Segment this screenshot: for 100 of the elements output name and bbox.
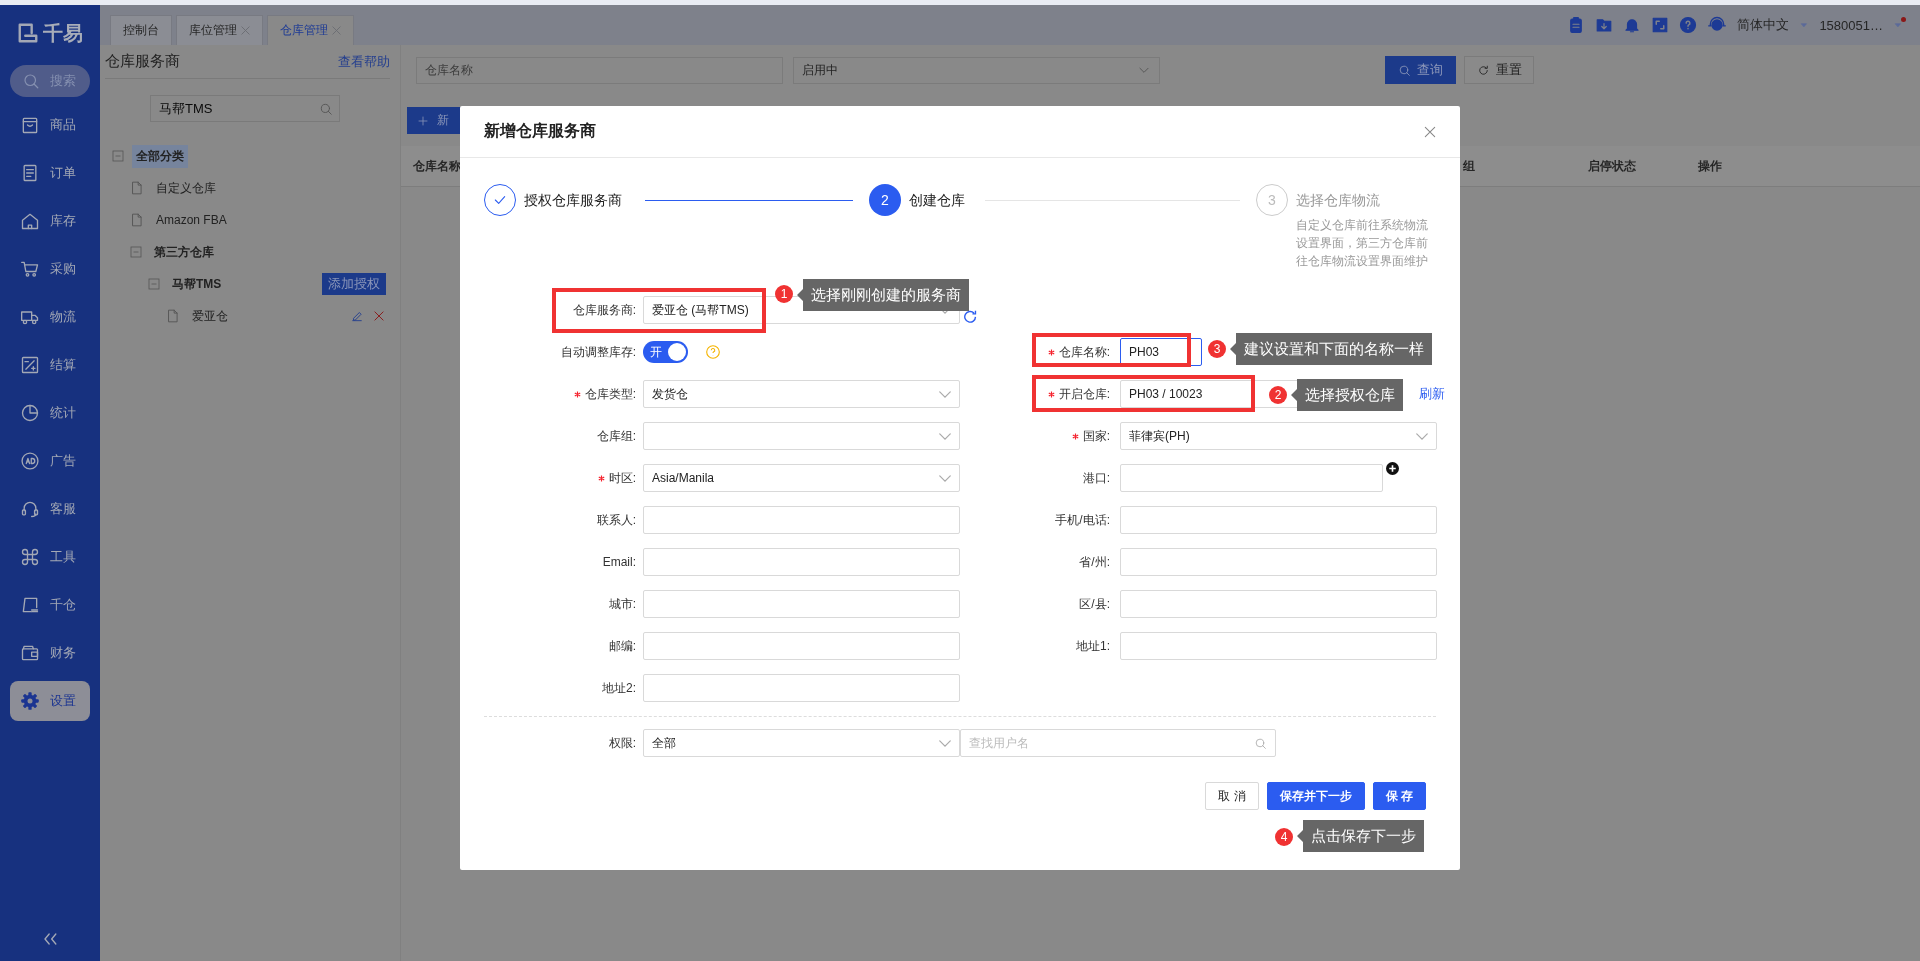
hint-tooltip: 建议设置和下面的名称一样 [1230, 333, 1432, 365]
text-field[interactable] [643, 674, 960, 702]
column-header: 启停状态 [1588, 157, 1637, 175]
status-select[interactable]: 启用中 [793, 56, 1160, 84]
reset-button[interactable]: 重置 [1464, 56, 1534, 84]
tree-item[interactable]: 马帮TMS [168, 272, 226, 296]
nav-item[interactable]: 广告 [10, 441, 90, 481]
add-authorization-button[interactable]: 添加授权 [322, 273, 386, 295]
nav-item[interactable]: 财务 [10, 633, 90, 673]
step-badge: 3 [1208, 340, 1226, 358]
select-field[interactable] [643, 422, 960, 450]
step-label: 创建仓库 [909, 191, 965, 210]
text-field[interactable] [643, 506, 960, 534]
name-filter-field[interactable]: 仓库名称 [416, 56, 783, 84]
nav-item[interactable]: 结算 [10, 345, 90, 385]
close-icon[interactable] [241, 26, 250, 35]
hint-tooltip: 选择授权仓库 [1291, 379, 1403, 411]
tab[interactable]: 控制台 [110, 15, 172, 45]
refresh-link[interactable]: 刷新 [1419, 385, 1445, 403]
field-label: Email: [602, 555, 636, 569]
close-icon[interactable] [332, 26, 341, 35]
text-field[interactable] [643, 590, 960, 618]
text-field[interactable] [1120, 464, 1383, 492]
file-icon [130, 213, 144, 227]
nav-item[interactable]: 订单 [10, 153, 90, 193]
caret-down-icon [939, 390, 951, 398]
nav-item[interactable]: 客服 [10, 489, 90, 529]
folder-icon[interactable] [1595, 16, 1614, 34]
refresh-icon [1476, 63, 1490, 77]
text-field[interactable] [1120, 506, 1437, 534]
field-label: 仓库服务商: [572, 301, 636, 319]
field-label: 权限: [608, 734, 636, 752]
tab[interactable]: 仓库管理 [267, 15, 354, 45]
tree-item[interactable]: 爱亚仓 [188, 304, 232, 328]
search-icon [1254, 736, 1267, 750]
caret-down-icon[interactable] [1893, 20, 1903, 30]
add-icon[interactable] [1386, 462, 1399, 475]
edit-icon[interactable] [350, 309, 364, 323]
nav-item[interactable]: 工具 [10, 537, 90, 577]
file-icon [166, 309, 180, 323]
field-label: 手机/电话: [1055, 511, 1110, 529]
hint-tooltip: 选择刚刚创建的服务商 [797, 279, 969, 311]
text-field[interactable] [1120, 632, 1437, 660]
toggle-switch[interactable]: 开 [643, 341, 688, 363]
text-field[interactable] [1120, 548, 1437, 576]
field-label: 自动调整库存: [560, 343, 636, 361]
step-badge: 1 [775, 285, 793, 303]
gear-icon [20, 691, 40, 711]
help-icon[interactable] [1679, 16, 1698, 34]
text-field[interactable] [643, 548, 960, 576]
nav-item[interactable]: 统计 [10, 393, 90, 433]
tree-item[interactable]: 第三方仓库 [150, 240, 218, 264]
refresh-icon[interactable] [964, 310, 977, 323]
column-header: 组 [1463, 157, 1476, 175]
caret-down-icon[interactable] [1799, 20, 1810, 30]
help-link[interactable]: 查看帮助 [338, 52, 390, 71]
help-icon[interactable] [706, 345, 720, 359]
select-field[interactable]: 发货仓 [643, 380, 960, 408]
column-header: 操作 [1698, 157, 1723, 175]
nav-item[interactable]: 商品 [10, 105, 90, 145]
nav-item[interactable]: 库存 [10, 201, 90, 241]
bag-icon [20, 115, 40, 135]
percent-icon [20, 355, 40, 375]
tree-item[interactable]: 全部分类 [132, 144, 188, 168]
delete-icon[interactable] [372, 309, 386, 323]
search-icon [22, 72, 40, 90]
field-label: 城市: [608, 595, 636, 613]
step-number: 2 [869, 184, 901, 216]
nav-item[interactable]: 物流 [10, 297, 90, 337]
field-label: 邮编: [608, 637, 636, 655]
save-button[interactable]: 保 存 [1372, 782, 1426, 810]
select-field[interactable]: 全部 [643, 729, 960, 757]
caret-down-icon [939, 474, 951, 482]
panel-title: 仓库服务商 [105, 52, 180, 71]
ad-icon [20, 451, 40, 471]
command-icon [20, 547, 40, 567]
nav-item[interactable]: 采购 [10, 249, 90, 289]
search-button[interactable]: 查询 [1385, 56, 1456, 84]
save-button[interactable]: 保存并下一步 [1266, 782, 1365, 810]
language-selector[interactable]: 简体中文 [1737, 16, 1790, 34]
nav-item[interactable]: 设置 [10, 681, 90, 721]
text-field[interactable] [1120, 590, 1437, 618]
plus-icon [417, 114, 429, 127]
caret-down-icon [1416, 432, 1428, 440]
tab[interactable]: 库位管理 [176, 15, 263, 45]
bell-icon[interactable] [1623, 16, 1642, 34]
caret-down-icon [939, 739, 951, 747]
select-field[interactable]: Asia/Manila [643, 464, 960, 492]
nav-item[interactable]: 千仓 [10, 585, 90, 625]
wallet-icon [20, 643, 40, 663]
text-field[interactable] [643, 632, 960, 660]
file-icon [130, 181, 144, 195]
select-field[interactable]: 菲律宾(PH) [1120, 422, 1437, 450]
user-menu[interactable]: 1580051… [1819, 17, 1883, 33]
cancel-button[interactable]: 取 消 [1205, 782, 1259, 810]
fullscreen-icon[interactable] [1651, 16, 1670, 34]
tree-item[interactable]: 自定义仓库 [152, 176, 220, 200]
search-field[interactable]: 马帮TMS [150, 95, 340, 122]
field-label: 仓库名称: [1058, 343, 1110, 361]
tree-item[interactable]: Amazon FBA [152, 210, 231, 230]
